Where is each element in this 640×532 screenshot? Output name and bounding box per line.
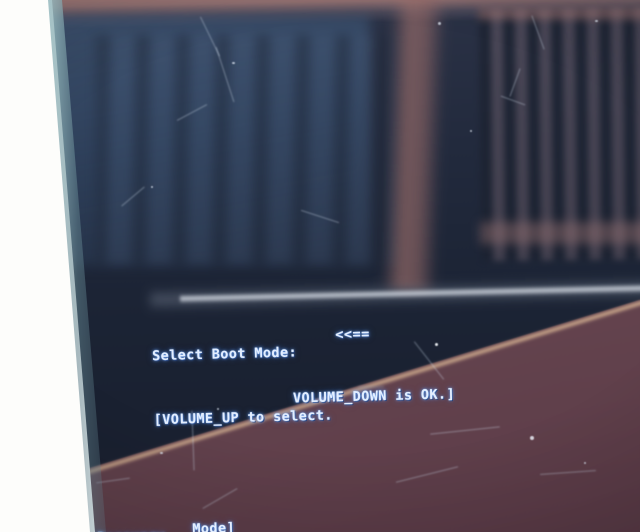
dust-speck — [470, 130, 472, 132]
dust-speck — [435, 343, 438, 346]
dust-speck — [438, 22, 441, 25]
device-screen-photo: Select Boot Mode: [VOLUME_UP to select. … — [0, 0, 640, 532]
boot-mode-option-list: [Recovery Mode] [Fastboot Mode] [Normal … — [87, 475, 340, 532]
dust-speck — [530, 436, 534, 440]
boot-menu-instruction-row: [VOLUME_UP to select. VOLUME_DOWN is OK.… — [85, 386, 456, 428]
instruction-volume-up: [VOLUME_UP to select. — [153, 407, 334, 429]
boot-menu-title: Select Boot Mode: — [151, 344, 298, 365]
selection-arrow-icon: <<== — [335, 326, 370, 343]
dust-speck — [151, 186, 153, 188]
railing-bottom-rail-reflection — [480, 222, 640, 244]
dust-speck — [595, 20, 598, 22]
boot-option-recovery-mode[interactable]: [Recovery Mode] — [88, 520, 336, 532]
boot-menu-text: Select Boot Mode: [VOLUME_UP to select. … — [82, 280, 456, 532]
railing-slats-reflection-left — [95, 35, 395, 265]
boot-option-recovery-label-right: Mode] — [192, 520, 236, 532]
dust-speck — [232, 62, 235, 64]
dust-speck — [584, 462, 586, 464]
boot-menu-title-row: Select Boot Mode: — [83, 328, 331, 364]
railing-top-rail-reflection — [478, 6, 640, 20]
